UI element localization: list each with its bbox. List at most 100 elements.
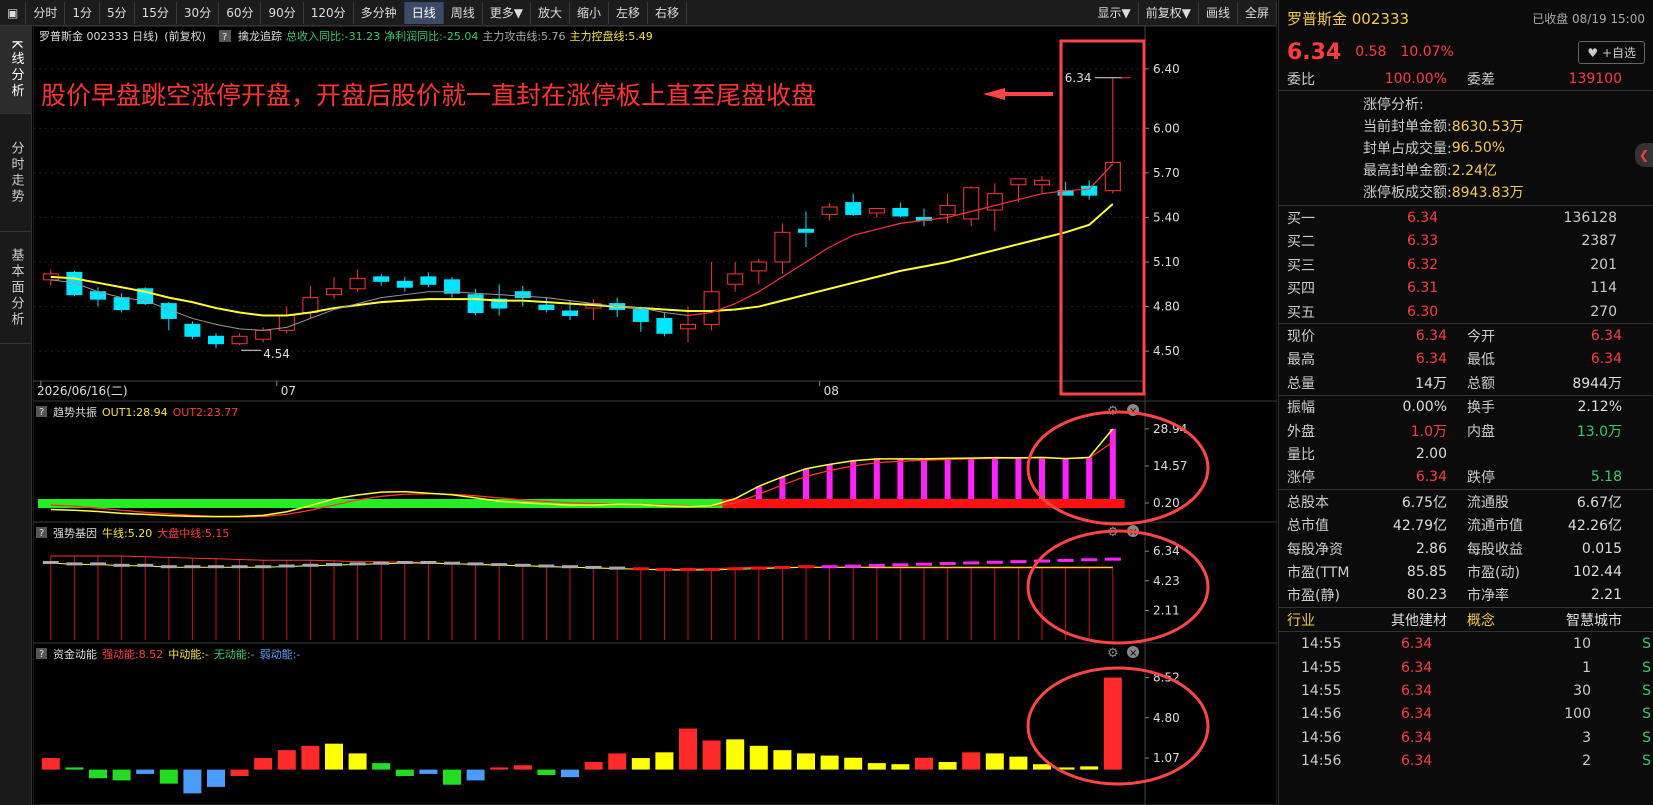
trend-band [840,499,865,509]
candle-body [656,317,673,334]
toolbar-button-8[interactable]: 多分钟 [354,1,405,24]
toolbar-button-10[interactable]: 周线 [444,1,483,24]
toolbar-button-14[interactable]: 左移 [609,1,648,24]
toolbar-right-button-1[interactable]: 前复权▼ [1139,1,1199,24]
help-icon-glyph: ? [39,649,44,660]
toolbar-button-9[interactable]: 日线 [404,1,444,24]
trend-band [132,499,157,509]
industry-info: 行业 其他建材 概念 智慧城市 [1287,612,1622,629]
energy-bar [985,753,1004,770]
toolbar-button-3[interactable]: 15分 [135,1,177,24]
energy-bar [915,757,933,770]
trend-band [38,499,63,509]
toolbar-right-button-3[interactable]: 全屏 [1238,1,1277,24]
trend-band [746,499,771,509]
tick-row: 14:56 6.34 3 S [1301,729,1651,746]
trend-bar [1062,458,1069,500]
energy-bar [183,769,202,794]
annotation-arrow-icon [983,88,1053,100]
candle-body [774,231,791,263]
trend-band [274,499,299,509]
gear-icon[interactable]: ⚙ [1107,646,1119,661]
energy-bar [844,757,863,770]
stat-row: 每股净资 2.86 每股收益 0.015 [1287,540,1622,558]
energy-bar [65,767,84,770]
gene-dash [538,564,555,568]
side-tab-1[interactable]: 分时走势 [0,114,32,232]
toolbar-button-1[interactable]: 1分 [65,1,100,24]
zt-title: 涨停分析: [1363,97,1424,114]
candle-body [798,228,814,233]
zt-row: 封单占成交量: 96.50% [1363,140,1506,158]
gene-dash [609,566,626,570]
candle-body [1104,161,1121,192]
stat-row: 市盈(静) 80.23 市净率 2.21 [1287,587,1622,605]
trend-band [1100,499,1125,509]
energy-bar [1009,756,1028,770]
date-label: 2026/06/16(二) [37,384,128,398]
date-label: 07 [281,384,296,398]
energy-bar [41,758,60,770]
gene-dash [349,562,366,566]
candle-body [113,297,130,311]
candle-body [467,294,484,314]
toolbar-right-button-0[interactable]: 显示▼ [1091,1,1139,24]
chevron-left-icon[interactable]: ❮ [1635,143,1653,167]
candle-body [750,261,767,272]
gene-dash [66,562,83,566]
trend-band [156,499,181,509]
toolbar-button-15[interactable]: 右移 [648,1,688,24]
gene-dash [986,560,1003,564]
price-change: 0.58 [1355,44,1387,60]
toolbar-button-12[interactable]: 放大 [531,1,570,24]
energy-bar [136,769,155,774]
trend-bar [873,458,880,500]
candle-body [680,323,696,330]
toolbar-button-6[interactable]: 90分 [261,1,304,24]
gene-dash [774,565,791,569]
y-tick-label: 5.70 [1153,166,1180,180]
gene-dash [420,561,437,564]
candle-body [821,206,838,215]
toolbar-button-0[interactable]: 分时 [26,1,66,24]
toolbar-button-13[interactable]: 缩小 [570,1,609,24]
gene-dash [231,565,248,569]
zt-row: 最高封单金额: 2.24亿 [1363,163,1497,180]
price-row: 6.34 0.58 10.07% ♥ +自选 [1279,36,1653,68]
energy-bar [679,728,697,770]
stat-row: 振幅 0.00% 换手 2.12% [1287,399,1622,417]
trend-band [85,499,110,509]
side-tab-2[interactable]: 基本面分析 [0,232,32,344]
toolbar-button-2[interactable]: 5分 [100,1,135,24]
gene-dash [326,563,342,567]
main-indicator-legend: 擒龙追踪 总收入同比:-31.23 净利润同比:-25.04 主力攻击线:5.76 主力… [238,29,653,43]
stat-row: 现价 6.34 今开 6.34 [1287,328,1622,346]
fundamentals: 总股本 6.75亿 流通股 6.67亿 总市值 42.79亿 流通市值 42.26亿 每股净资 2… [1279,490,1653,609]
chart-svg[interactable]: 罗普斯金 002333 日线) (前复权)? 擒龙追踪 总收入同比:-31.23 净利润… [33,26,1277,805]
gene-dash [255,565,272,569]
energy-bar [230,769,249,777]
energy-bar [277,750,296,770]
order-book: 买一 6.34 136128 买二 6.33 2387 买三 6.32 201 买四 6.31 114… [1279,206,1653,325]
p3-legend: 资金动能 强动能:8.52 中动能:- 无动能:- 弱动能:- [53,647,300,661]
toolbar-button-5[interactable]: 60分 [219,1,262,24]
gene-dash [916,562,932,566]
energy-bar [348,753,367,770]
order-book-row: 买四 6.31 114 [1287,280,1617,298]
side-tab-0[interactable]: K线分析 [0,26,32,114]
toolbar-button-4[interactable]: 30分 [177,1,220,24]
add-watchlist-button[interactable]: ♥ +自选 [1578,40,1645,64]
trend-band [793,499,818,509]
chart-area[interactable]: 罗普斯金 002333 日线) (前复权)? 擒龙追踪 总收入同比:-31.23 净利润… [33,26,1277,805]
gene-dash [1057,558,1074,562]
energy-bar [726,739,745,770]
toolbar-icon-box[interactable]: ▣ [0,1,27,24]
candle-body [538,304,555,311]
toolbar-button-11[interactable]: 更多▼ [483,1,531,24]
y-tick-label: 6.40 [1153,62,1180,76]
toolbar-right-button-2[interactable]: 画线 [1199,1,1238,24]
trend-band [226,499,252,509]
gene-dash [160,565,177,569]
toolbar-button-7[interactable]: 120分 [304,1,354,24]
trend-band [439,499,464,509]
